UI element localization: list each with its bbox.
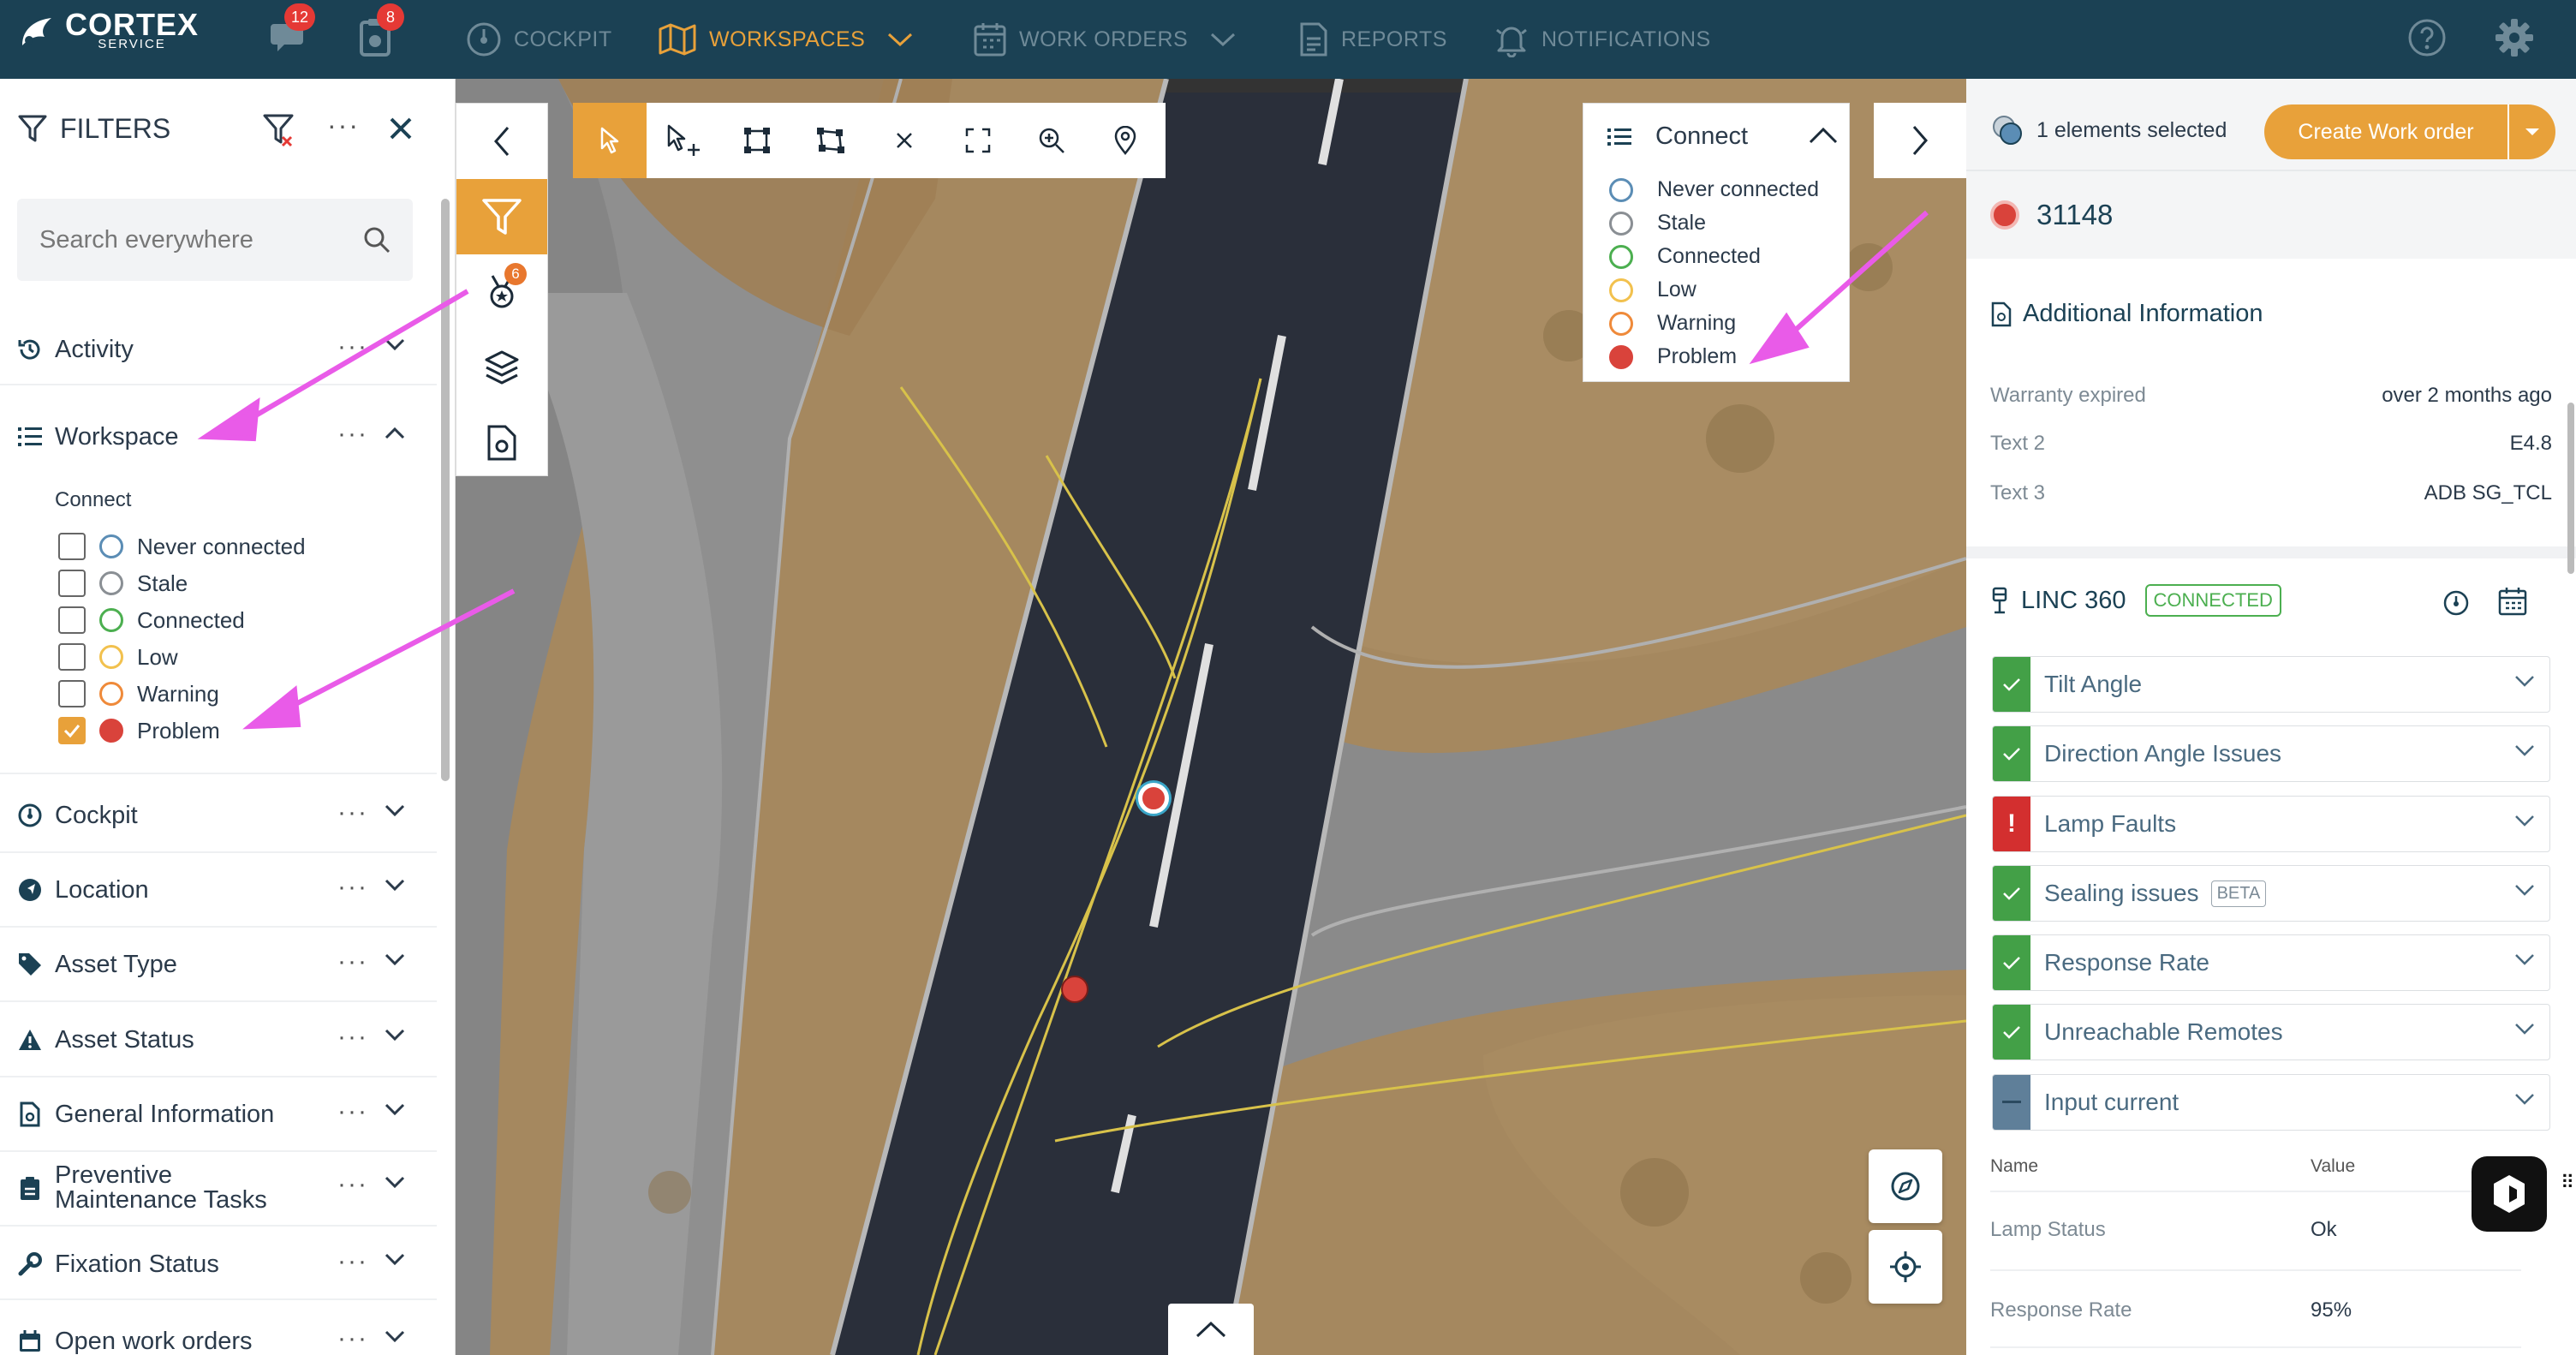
check-label: Input current	[2044, 1089, 2179, 1115]
check-label: Unreachable Remotes	[2044, 1018, 2283, 1045]
row-name: Response Rate	[1990, 1298, 2132, 1322]
details-scrollbar[interactable]	[2567, 403, 2574, 574]
selection-icon	[1993, 116, 2022, 145]
row-value: Ok	[2311, 1218, 2337, 1241]
ok-status-icon	[1993, 657, 2030, 712]
chevron-down-icon	[2515, 885, 2534, 896]
asset-header: 31148	[1966, 170, 2576, 259]
error-status-icon: !	[1993, 797, 2030, 851]
device-calendar-button[interactable]	[2497, 586, 2528, 617]
chevron-down-icon	[2515, 954, 2534, 965]
info-value: E4.8	[2509, 432, 2552, 455]
create-work-order-button[interactable]: Create Work order	[2264, 104, 2555, 159]
check-label: Sealing issues BETA	[2044, 880, 2267, 907]
selection-text: 1 elements selected	[2036, 117, 2227, 142]
info-key: Text 2	[1990, 432, 2046, 455]
check-lamp-faults[interactable]: ! Lamp Faults	[1992, 796, 2550, 852]
check-response-rate[interactable]: Response Rate	[1992, 934, 2550, 991]
column-name-header: Name	[1990, 1156, 2039, 1176]
additional-information-header: Additional Information	[1990, 300, 2263, 328]
check-label: Lamp Faults	[2044, 810, 2177, 837]
check-tilt-angle[interactable]: Tilt Angle	[1992, 656, 2550, 713]
additional-information-title: Additional Information	[2023, 300, 2263, 327]
chevron-down-icon	[2515, 676, 2534, 687]
ok-status-icon	[1993, 935, 2030, 990]
check-label: Response Rate	[2044, 949, 2210, 976]
ok-status-icon	[1993, 726, 2030, 781]
calendar-icon	[2498, 588, 2527, 616]
info-row: Text 3 ADB SG_TCL	[1990, 481, 2552, 505]
chevron-down-icon	[2515, 1024, 2534, 1035]
create-work-order-label: Create Work order	[2298, 119, 2474, 144]
document-icon	[1991, 301, 2012, 326]
info-value: ADB SG_TCL	[2424, 481, 2552, 504]
hexagon-logo-icon	[2494, 1175, 2525, 1213]
lamp-icon	[1992, 587, 2007, 614]
device-header: LINC 360 CONNECTED	[1990, 584, 2281, 617]
beta-badge: BETA	[2210, 880, 2267, 907]
check-label: Tilt Angle	[2044, 671, 2143, 697]
check-label-text: Sealing issues	[2044, 880, 2199, 906]
gauge-icon	[2443, 590, 2469, 616]
selection-bar: 1 elements selected Create Work order	[1966, 79, 2576, 170]
neutral-status-icon	[1993, 1075, 2030, 1130]
chevron-down-icon	[2515, 815, 2534, 827]
assistant-button[interactable]	[2472, 1156, 2547, 1232]
ok-status-icon	[1993, 866, 2030, 921]
check-unreachable-remotes[interactable]: Unreachable Remotes	[1992, 1004, 2550, 1060]
selection-info: 1 elements selected	[1990, 113, 2227, 147]
device-name: LINC 360	[2021, 586, 2126, 614]
device-status-badge: CONNECTED	[2144, 584, 2281, 617]
check-label: Direction Angle Issues	[2044, 740, 2282, 767]
caret-down-icon	[2525, 128, 2539, 135]
table-divider	[1990, 1191, 2521, 1192]
table-divider	[1990, 1269, 2521, 1271]
info-row: Warranty expired over 2 months ago	[1990, 384, 2552, 408]
asset-id: 31148	[2036, 199, 2114, 230]
create-work-order-dropdown[interactable]	[2507, 104, 2555, 159]
info-key: Warranty expired	[1990, 384, 2146, 407]
info-row: Text 2 E4.8	[1990, 432, 2552, 456]
column-value-header: Value	[2311, 1156, 2356, 1176]
info-value: over 2 months ago	[2382, 384, 2552, 407]
check-direction-angle-issues[interactable]: Direction Angle Issues	[1992, 725, 2550, 782]
drag-handle-icon[interactable]: ⠿	[2561, 1173, 2574, 1192]
row-name: Lamp Status	[1990, 1218, 2106, 1241]
problem-status-icon	[1990, 200, 2019, 230]
section-divider	[1966, 546, 2576, 558]
device-cockpit-button[interactable]	[2442, 589, 2470, 617]
check-input-current[interactable]: Input current	[1992, 1074, 2550, 1131]
check-sealing-issues[interactable]: Sealing issues BETA	[1992, 865, 2550, 922]
row-value: 95%	[2311, 1298, 2352, 1322]
table-divider	[1990, 1346, 2521, 1348]
chevron-down-icon	[2515, 745, 2534, 756]
ok-status-icon	[1993, 1005, 2030, 1060]
chevron-down-icon	[2515, 1094, 2534, 1105]
info-key: Text 3	[1990, 481, 2046, 504]
